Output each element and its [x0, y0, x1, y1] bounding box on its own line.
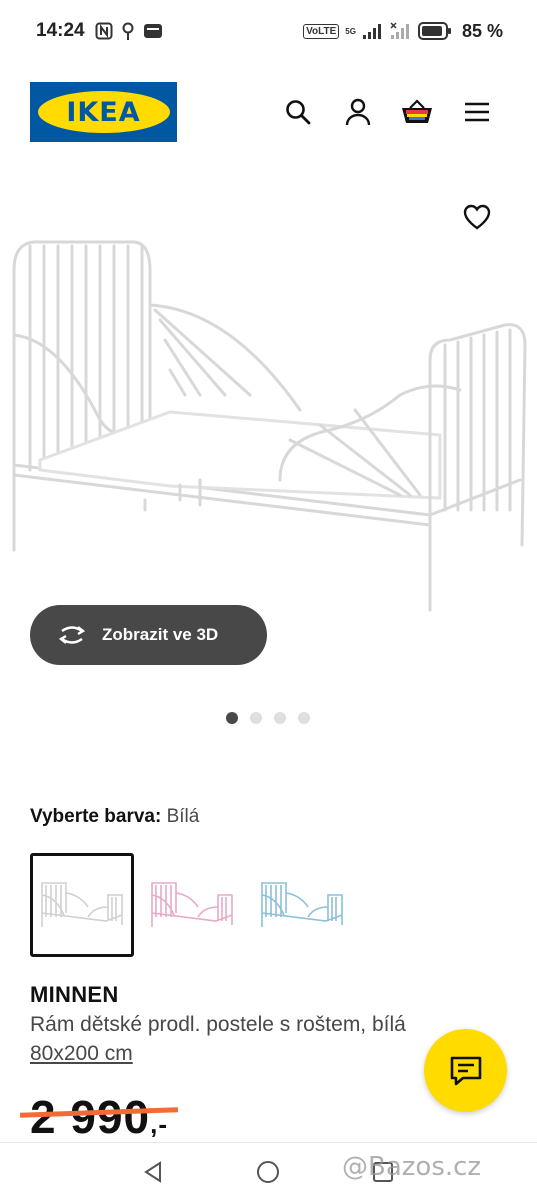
favorite-button[interactable] — [457, 197, 497, 237]
ikea-logo[interactable]: IKEA — [30, 82, 177, 142]
status-time: 14:24 — [36, 20, 85, 41]
status-left-icons — [95, 21, 163, 41]
bed-thumbnail-white — [41, 882, 123, 927]
signal-icon — [362, 24, 381, 39]
color-selector-label: Vyberte barva: Bílá — [30, 806, 199, 828]
gallery-dot[interactable] — [298, 712, 310, 724]
product-size-link[interactable]: 80x200 cm — [30, 1042, 133, 1066]
heart-icon — [463, 204, 491, 230]
battery-level: 85 % — [461, 20, 503, 41]
rotate-3d-icon — [58, 626, 86, 644]
back-triangle-icon — [144, 1161, 161, 1183]
chat-button[interactable] — [424, 1029, 507, 1112]
cart-icon — [402, 99, 432, 123]
product-price: 2 990,- — [30, 1090, 168, 1144]
gallery-dot[interactable] — [250, 712, 262, 724]
color-swatch-white[interactable] — [30, 853, 134, 957]
menu-button[interactable] — [457, 92, 497, 132]
color-swatch-light-blue[interactable] — [250, 853, 354, 957]
view-3d-label: Zobrazit ve 3D — [102, 625, 219, 644]
color-label: Vyberte barva: — [30, 806, 162, 827]
header: IKEA — [0, 80, 537, 144]
color-value: Bílá — [166, 806, 200, 827]
nfc-icon — [95, 22, 113, 40]
product-name: MINNEN — [30, 982, 119, 1007]
network-type: 5G — [345, 26, 356, 36]
account-button[interactable] — [338, 92, 378, 132]
location-icon — [122, 22, 134, 40]
search-icon — [286, 100, 311, 125]
gallery-dot[interactable] — [226, 712, 238, 724]
watermark: @Bazos.cz — [342, 1152, 482, 1182]
logo-oval: IKEA — [37, 91, 170, 133]
view-3d-button[interactable]: Zobrazit ve 3D — [30, 605, 267, 665]
signal-icon-2 — [390, 22, 409, 39]
search-button[interactable] — [278, 92, 318, 132]
home-circle-icon — [257, 1161, 279, 1183]
product-description: Rám dětské prodl. postele s roštem, bílá — [30, 1013, 406, 1036]
nav-home-button[interactable] — [253, 1157, 283, 1187]
status-bar: 14:24 VoLTE 5G 85 % — [0, 0, 537, 62]
volte-badge: VoLTE — [303, 23, 340, 39]
price-suffix: ,- — [150, 1109, 169, 1139]
nav-back-button[interactable] — [138, 1157, 168, 1187]
status-right-icons: VoLTE 5G 85 % — [303, 21, 503, 42]
cart-button[interactable] — [397, 92, 437, 132]
gallery-pagination — [226, 712, 310, 724]
color-swatch-pink[interactable] — [140, 853, 244, 957]
bed-thumbnail-pink — [151, 882, 233, 927]
bed-thumbnail-light-blue — [261, 882, 343, 927]
wallet-icon — [143, 24, 162, 38]
chat-icon — [450, 1056, 481, 1085]
menu-icon — [465, 102, 489, 122]
user-icon — [345, 98, 371, 126]
gallery-dot[interactable] — [274, 712, 286, 724]
logo-text: IKEA — [66, 96, 141, 128]
price-value: 2 990 — [30, 1091, 151, 1143]
battery-icon — [417, 22, 451, 40]
